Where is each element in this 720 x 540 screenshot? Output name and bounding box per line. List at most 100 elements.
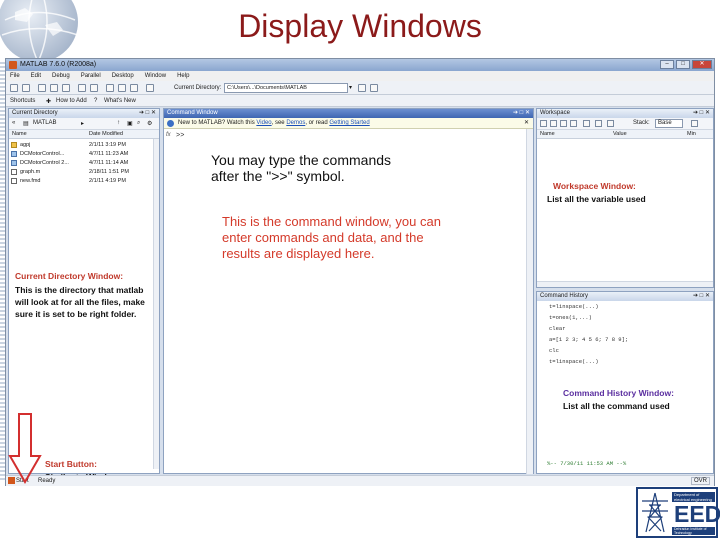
stack-label: Stack: bbox=[633, 120, 650, 126]
path-chevron-icon[interactable]: ▸ bbox=[81, 120, 84, 127]
command-window-panel: Command Window ➔ □ ✕ New to MATLAB? Watc… bbox=[163, 108, 534, 474]
current-directory-scrollbar[interactable] bbox=[153, 139, 159, 469]
nav-arrow-icon[interactable]: « bbox=[12, 120, 15, 126]
panel-controls-icon[interactable]: ➔ □ ✕ bbox=[139, 109, 156, 118]
history-line[interactable]: a=[1 2 3; 4 5 6; 7 8 9]; bbox=[549, 336, 628, 343]
command-prompt[interactable]: >> bbox=[176, 132, 184, 140]
logo-bottom-band: Dehradun Institute of Technology bbox=[672, 527, 715, 535]
current-directory-label: Current Directory: bbox=[174, 85, 222, 91]
panel-controls-icon[interactable]: ➔ □ ✕ bbox=[693, 109, 710, 118]
history-line[interactable]: t=ones(1,...) bbox=[549, 314, 592, 321]
paste-icon[interactable] bbox=[62, 84, 70, 92]
history-line[interactable]: clear bbox=[549, 325, 566, 332]
column-min[interactable]: Min bbox=[687, 131, 696, 137]
simulink-icon[interactable] bbox=[106, 84, 114, 92]
model-file-icon bbox=[11, 160, 17, 166]
video-link[interactable]: Video bbox=[256, 120, 271, 126]
add-shortcut-icon[interactable]: ✚ bbox=[46, 98, 51, 105]
file-date: 4/7/11 11:23 AM bbox=[89, 151, 129, 157]
guide-icon[interactable] bbox=[118, 84, 126, 92]
menu-help[interactable]: Help bbox=[177, 73, 189, 79]
copy-icon[interactable] bbox=[50, 84, 58, 92]
function-browser-icon[interactable]: fx bbox=[166, 132, 171, 138]
new-file-icon[interactable] bbox=[10, 84, 18, 92]
menu-window[interactable]: Window bbox=[145, 73, 166, 79]
import-icon[interactable] bbox=[560, 120, 567, 127]
current-directory-header[interactable]: Current Directory ➔ □ ✕ bbox=[9, 109, 159, 118]
help-shortcut-icon[interactable]: ? bbox=[94, 98, 97, 104]
delete-icon[interactable] bbox=[595, 120, 602, 127]
new-folder-icon[interactable]: ▣ bbox=[127, 120, 133, 127]
command-history-header[interactable]: Command History ➔ □ ✕ bbox=[537, 292, 713, 301]
workspace-title: Workspace bbox=[540, 110, 570, 116]
shortcuts-label[interactable]: Shortcuts bbox=[10, 98, 35, 104]
close-icon[interactable]: ✕ bbox=[692, 60, 712, 69]
history-line[interactable]: t=linspace(...) bbox=[549, 358, 599, 365]
column-name[interactable]: Name bbox=[540, 131, 555, 137]
menu-edit[interactable]: Edit bbox=[31, 73, 41, 79]
menu-desktop[interactable]: Desktop bbox=[112, 73, 134, 79]
getting-started-link[interactable]: Getting Started bbox=[329, 120, 369, 126]
menu-parallel[interactable]: Parallel bbox=[81, 73, 101, 79]
print-icon[interactable] bbox=[583, 120, 590, 127]
cut-icon[interactable] bbox=[38, 84, 46, 92]
help-icon[interactable] bbox=[146, 84, 154, 92]
minimize-icon[interactable]: – bbox=[660, 60, 674, 69]
up-icon[interactable]: ↑ bbox=[117, 120, 120, 126]
maximize-icon[interactable]: □ bbox=[676, 60, 690, 69]
find-icon[interactable]: ⌕ bbox=[137, 120, 140, 127]
how-to-add-link[interactable]: How to Add bbox=[56, 98, 87, 104]
profiler-icon[interactable] bbox=[130, 84, 138, 92]
annotation-curdir-text: This is the directory that matlab will l… bbox=[15, 285, 145, 319]
demos-link[interactable]: Demos bbox=[286, 120, 305, 126]
file-row[interactable]: graph.m 2/18/11 1:51 PM bbox=[9, 168, 159, 176]
folder-icon bbox=[11, 142, 17, 148]
close-icon[interactable]: ✕ bbox=[524, 118, 529, 129]
undo-icon[interactable] bbox=[78, 84, 86, 92]
file-name: graph.m bbox=[20, 169, 41, 175]
current-directory-input[interactable]: C:\Users\...\Documents\MATLAB bbox=[224, 83, 348, 93]
column-value[interactable]: Value bbox=[613, 131, 627, 137]
menu-file[interactable]: File bbox=[10, 73, 20, 79]
workspace-header[interactable]: Workspace ➔ □ ✕ bbox=[537, 109, 713, 118]
chevron-down-icon[interactable]: ▾ bbox=[349, 84, 352, 91]
annotation-workspace-title: Workspace Window: bbox=[553, 181, 636, 191]
redo-icon[interactable] bbox=[90, 84, 98, 92]
file-row[interactable]: DCMotorControl 2... 4/7/11 11:14 AM bbox=[9, 159, 159, 167]
current-directory-path[interactable]: MATLAB bbox=[33, 120, 57, 126]
whats-new-link[interactable]: What's New bbox=[104, 98, 136, 104]
menu-debug[interactable]: Debug bbox=[52, 73, 70, 79]
open-file-icon[interactable] bbox=[22, 84, 30, 92]
matlab-logo-icon bbox=[9, 61, 17, 69]
file-date: 2/18/11 1:51 PM bbox=[89, 169, 129, 175]
filter-icon[interactable] bbox=[691, 120, 698, 127]
workspace-toolbar: Stack: Base bbox=[537, 118, 713, 130]
settings-icon[interactable]: ⚙ bbox=[147, 120, 152, 127]
current-directory-columns: Name Date Modified bbox=[9, 130, 159, 139]
column-name[interactable]: Name bbox=[12, 131, 27, 137]
command-history-panel: Command History ➔ □ ✕ t=linspace(...) t=… bbox=[536, 291, 714, 474]
arrow-down-icon bbox=[8, 413, 42, 484]
command-window-scrollbar[interactable] bbox=[526, 129, 533, 474]
new-variable-icon[interactable] bbox=[540, 120, 547, 127]
status-bar: Start Ready OVR bbox=[6, 475, 714, 486]
up-folder-icon[interactable] bbox=[370, 84, 378, 92]
workspace-columns: Name Value Min bbox=[537, 130, 713, 139]
column-date-modified[interactable]: Date Modified bbox=[89, 131, 123, 137]
workspace-scrollbar[interactable] bbox=[537, 281, 713, 287]
history-line[interactable]: clc bbox=[549, 347, 559, 354]
file-row[interactable]: agpj 2/1/11 3:19 PM bbox=[9, 141, 159, 149]
history-line[interactable]: t=linspace(...) bbox=[549, 303, 599, 310]
save-icon[interactable] bbox=[570, 120, 577, 127]
file-row[interactable]: new.fmd 2/1/11 4:19 PM bbox=[9, 177, 159, 185]
file-row[interactable]: DCMotorControl... 4/7/11 11:23 AM bbox=[9, 150, 159, 158]
stack-select[interactable]: Base bbox=[655, 119, 683, 128]
open-variable-icon[interactable] bbox=[550, 120, 557, 127]
panel-controls-icon[interactable]: ➔ □ ✕ bbox=[693, 292, 710, 301]
file-name: DCMotorControl... bbox=[20, 151, 65, 157]
window-titlebar: MATLAB 7.6.0 (R2008a) – □ ✕ bbox=[6, 59, 714, 71]
plot-icon[interactable] bbox=[607, 120, 614, 127]
browse-folder-icon[interactable] bbox=[358, 84, 366, 92]
panel-controls-icon[interactable]: ➔ □ ✕ bbox=[513, 109, 530, 118]
command-window-header[interactable]: Command Window ➔ □ ✕ bbox=[164, 109, 533, 118]
